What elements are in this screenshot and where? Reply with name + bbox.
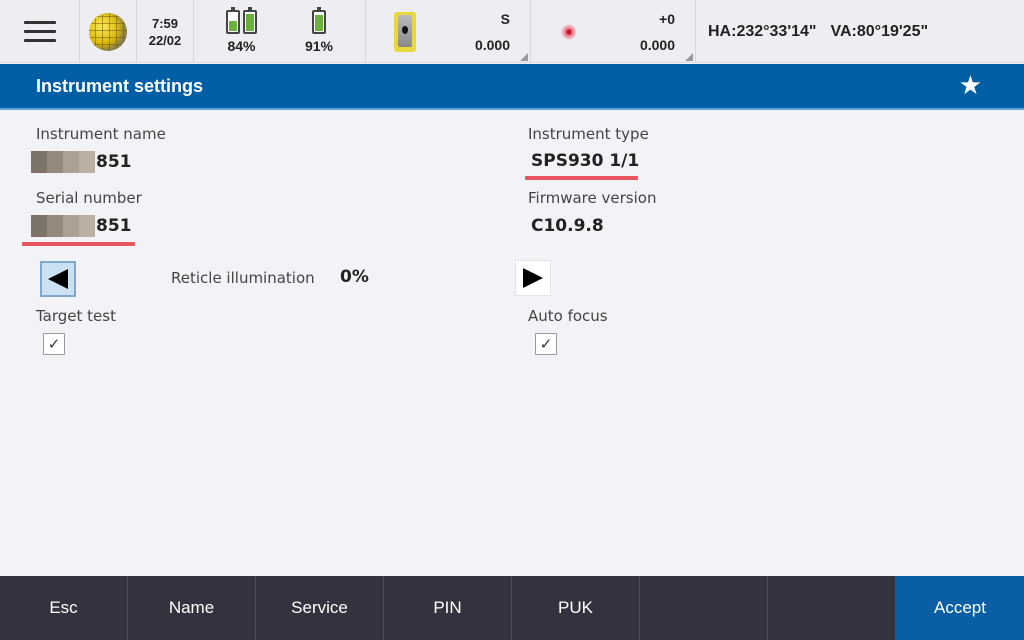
total-station-icon xyxy=(394,11,416,52)
angles-readout[interactable]: HA:232°33'14" VA:80°19'25" xyxy=(696,0,1024,63)
arrow-left-icon xyxy=(48,269,68,289)
target-offset: +0 xyxy=(659,10,675,27)
clock: 7:59 22/02 xyxy=(137,0,194,63)
corner-indicator-icon xyxy=(685,53,693,61)
checkmark-icon: ✓ xyxy=(539,335,553,353)
highlight-underline xyxy=(525,176,638,180)
vertical-angle: VA:80°19'25" xyxy=(830,22,929,40)
controller-battery-percent: 84% xyxy=(227,37,256,54)
empty-softkey xyxy=(640,576,768,640)
esc-button[interactable]: Esc xyxy=(0,576,128,640)
auto-focus-checkbox[interactable]: ✓ xyxy=(535,333,557,355)
date-text: 22/02 xyxy=(148,32,182,48)
empty-softkey xyxy=(768,576,896,640)
title-bar: Instrument settings ★ xyxy=(0,64,1024,110)
instrument-type-value: SPS930 1/1 xyxy=(531,151,640,171)
redacted-block xyxy=(31,151,95,173)
instrument-name-value: 851 xyxy=(31,151,132,173)
menu-button[interactable] xyxy=(0,0,80,63)
highlight-underline xyxy=(22,242,135,246)
measure-mode: S xyxy=(500,10,510,27)
puk-button[interactable]: PUK xyxy=(512,576,640,640)
page-title: Instrument settings xyxy=(36,75,204,96)
globe-icon xyxy=(89,12,127,51)
arrow-right-icon xyxy=(523,268,543,288)
target-test-checkbox[interactable]: ✓ xyxy=(43,333,65,355)
instrument-name-label: Instrument name xyxy=(36,125,166,143)
softkey-bar: Esc Name Service PIN PUK Accept xyxy=(0,576,1024,640)
controller-battery: 84% xyxy=(225,6,257,54)
instrument-value: 0.000 xyxy=(474,36,510,53)
auto-focus-label: Auto focus xyxy=(528,307,608,325)
instrument-battery-percent: 91% xyxy=(304,37,333,54)
battery-icon xyxy=(311,6,326,34)
battery-icon xyxy=(225,6,240,34)
battery-status-button[interactable]: 84% 91% xyxy=(194,0,366,63)
battery-icon xyxy=(242,6,257,34)
time-text: 7:59 xyxy=(151,15,179,31)
instrument-name-suffix: 851 xyxy=(96,152,132,172)
accept-button[interactable]: Accept xyxy=(896,576,1024,640)
serial-number-suffix: 851 xyxy=(96,216,132,236)
instrument-battery: 91% xyxy=(304,6,333,54)
firmware-version-value: C10.9.8 xyxy=(531,216,604,236)
corner-indicator-icon xyxy=(520,53,528,61)
name-button[interactable]: Name xyxy=(128,576,256,640)
star-icon[interactable]: ★ xyxy=(959,73,982,99)
gnss-status-button[interactable] xyxy=(80,0,137,63)
increase-illumination-button[interactable] xyxy=(515,260,551,296)
instrument-status-button[interactable]: S 0.000 xyxy=(366,0,531,63)
redacted-block xyxy=(31,215,95,237)
service-button[interactable]: Service xyxy=(256,576,384,640)
serial-number-value: 851 xyxy=(31,215,132,237)
target-test-label: Target test xyxy=(36,307,116,325)
target-value: 0.000 xyxy=(639,36,675,53)
reticle-illumination-value: 0% xyxy=(340,267,369,287)
checkmark-icon: ✓ xyxy=(47,335,61,353)
laser-target-icon xyxy=(561,23,577,40)
serial-number-label: Serial number xyxy=(36,189,142,207)
target-status-button[interactable]: +0 0.000 xyxy=(531,0,696,63)
pin-button[interactable]: PIN xyxy=(384,576,512,640)
instrument-type-label: Instrument type xyxy=(528,125,649,143)
firmware-version-label: Firmware version xyxy=(528,189,657,207)
hamburger-menu-icon xyxy=(23,21,56,42)
decrease-illumination-button[interactable] xyxy=(40,261,76,297)
reticle-illumination-label: Reticle illumination xyxy=(171,269,315,287)
horizontal-angle: HA:232°33'14" xyxy=(708,22,817,40)
status-bar: 7:59 22/02 84% 91% S 0.000 +0 0.000 HA:2… xyxy=(0,0,1024,63)
